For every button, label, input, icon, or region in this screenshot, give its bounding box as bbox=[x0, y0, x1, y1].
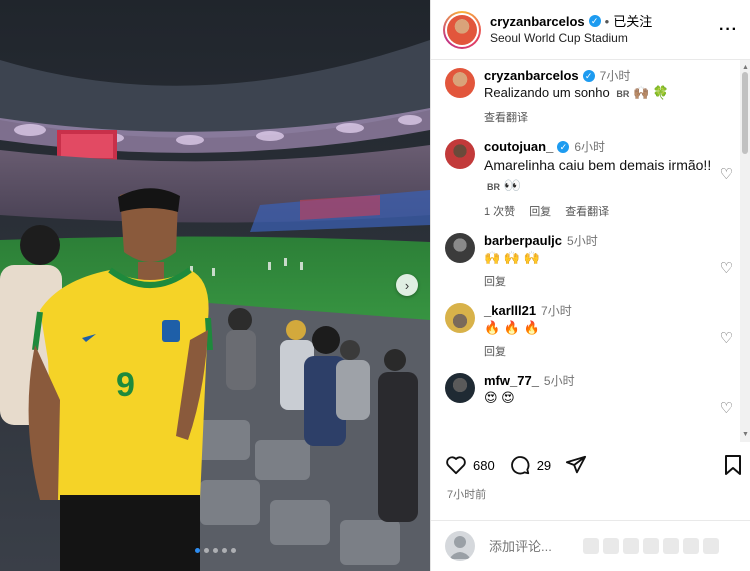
like-count[interactable]: 1 次赞 bbox=[484, 203, 515, 219]
scroll-down-icon[interactable]: ▼ bbox=[742, 431, 749, 438]
reply-link[interactable]: 回复 bbox=[484, 343, 506, 359]
stadium-photo-illustration: 9 bbox=[0, 0, 430, 571]
watermark-logo bbox=[583, 538, 719, 554]
post-actions: 680 29 bbox=[445, 452, 745, 478]
comment-time: 6小时 bbox=[574, 140, 606, 154]
commenter-avatar[interactable] bbox=[445, 139, 475, 169]
comment-item: barberpauljc 5小时 🙌 🙌 🙌 回复 ♡ bbox=[445, 233, 741, 289]
author-avatar[interactable] bbox=[443, 10, 481, 49]
comment-emoji: 🙌🏽 🍀 bbox=[633, 85, 669, 100]
default-user-icon bbox=[449, 536, 471, 559]
commenter-avatar[interactable] bbox=[445, 233, 475, 263]
commenter-avatar[interactable] bbox=[445, 303, 475, 333]
comment-input[interactable] bbox=[489, 538, 579, 554]
verified-icon: ✓ bbox=[582, 70, 595, 82]
carousel-dot bbox=[221, 548, 227, 553]
comment-item: coutojuan_ ✓ 6小时 Amarelinha caiu bem dem… bbox=[445, 139, 741, 219]
instagram-post-viewer: 9 › cryzanbarcelos ✓ • 已关注 Seoul World C… bbox=[0, 0, 750, 571]
heart-icon[interactable]: ♡ bbox=[720, 399, 733, 417]
verified-icon: ✓ bbox=[557, 141, 570, 153]
comment-action[interactable]: 29 bbox=[509, 454, 551, 476]
bookmark-icon[interactable] bbox=[723, 454, 743, 476]
reply-link[interactable]: 回复 bbox=[529, 203, 551, 219]
heart-icon[interactable]: ♡ bbox=[720, 165, 733, 183]
scroll-up-icon[interactable]: ▲ bbox=[742, 64, 749, 71]
commenter-avatar[interactable] bbox=[445, 68, 475, 98]
comment-count: 29 bbox=[536, 457, 552, 473]
like-action[interactable]: 680 bbox=[445, 455, 495, 475]
add-comment-bar bbox=[431, 520, 750, 571]
commenter-username[interactable]: coutojuan_ bbox=[484, 139, 553, 155]
comment-text-content: Amarelinha caiu bem demais irmão!! bbox=[484, 157, 712, 173]
comments-list: cryzanbarcelos ✓ 7小时 Realizando um sonho… bbox=[431, 60, 741, 442]
commenter-avatar[interactable] bbox=[445, 373, 475, 403]
translate-link[interactable]: 查看翻译 bbox=[484, 109, 528, 125]
comment-text: Amarelinha caiu bem demais irmão!! BR 👀 bbox=[484, 155, 712, 197]
next-slide-button[interactable]: › bbox=[396, 274, 418, 296]
post-timestamp: 7小时前 bbox=[447, 489, 487, 501]
heart-icon[interactable]: ♡ bbox=[720, 259, 733, 277]
author-username[interactable]: cryzanbarcelos bbox=[490, 13, 585, 30]
translate-link[interactable]: 查看翻译 bbox=[565, 203, 609, 219]
more-dots-icon[interactable]: ··· bbox=[714, 21, 738, 39]
follow-status-button[interactable]: 已关注 bbox=[613, 13, 652, 30]
comment-time: 7小时 bbox=[541, 304, 572, 318]
share-action[interactable] bbox=[565, 454, 593, 476]
verified-icon: ✓ bbox=[588, 15, 601, 27]
comment-text: 😍 😍 bbox=[484, 390, 515, 405]
brazil-flag-icon: BR bbox=[616, 89, 630, 99]
reply-link[interactable]: 回复 bbox=[484, 273, 506, 289]
post-side-panel: cryzanbarcelos ✓ • 已关注 Seoul World Cup S… bbox=[430, 0, 750, 571]
carousel-dot bbox=[212, 548, 218, 553]
comment-item: mfw_77_ 5小时 😍 😍 ♡ bbox=[445, 373, 741, 417]
comments-scrollbar[interactable]: ▲ ▼ bbox=[740, 60, 750, 442]
commenter-username[interactable]: _karlll21 bbox=[484, 303, 536, 319]
comment-bubble-icon[interactable] bbox=[509, 454, 531, 476]
comment-text: Realizando um sonho BR 🙌🏽 🍀 bbox=[484, 84, 712, 103]
carousel-dots bbox=[0, 548, 430, 553]
post-location[interactable]: Seoul World Cup Stadium bbox=[490, 30, 714, 47]
commenter-username[interactable]: barberpauljc bbox=[484, 233, 562, 249]
post-photo[interactable]: 9 › bbox=[0, 0, 430, 571]
comment-text: 🙌 🙌 🙌 bbox=[484, 250, 540, 265]
comment-text: 🔥 🔥 🔥 bbox=[484, 320, 540, 335]
carousel-dot bbox=[194, 548, 200, 553]
heart-icon[interactable]: ♡ bbox=[720, 329, 733, 347]
carousel-dot bbox=[230, 548, 236, 553]
current-user-avatar bbox=[445, 531, 475, 561]
commenter-username[interactable]: mfw_77_ bbox=[484, 373, 539, 389]
like-count: 680 bbox=[473, 457, 495, 473]
carousel-dot bbox=[203, 548, 209, 553]
separator-dot: • bbox=[604, 13, 610, 29]
comment-item: _karlll21 7小时 🔥 🔥 🔥 回复 ♡ bbox=[445, 303, 741, 359]
heart-icon[interactable] bbox=[445, 455, 467, 475]
post-header: cryzanbarcelos ✓ • 已关注 Seoul World Cup S… bbox=[431, 0, 750, 60]
comment-emoji: 👀 bbox=[503, 177, 522, 193]
scrollbar-thumb[interactable] bbox=[742, 72, 748, 154]
comment-time: 7小时 bbox=[599, 69, 631, 83]
comment-item: cryzanbarcelos ✓ 7小时 Realizando um sonho… bbox=[445, 68, 741, 125]
commenter-username[interactable]: cryzanbarcelos bbox=[484, 68, 579, 84]
svg-text:9: 9 bbox=[116, 366, 135, 404]
brazil-flag-icon: BR bbox=[487, 182, 500, 192]
comment-time: 5小时 bbox=[543, 374, 575, 388]
comment-text-content: Realizando um sonho bbox=[484, 85, 610, 100]
comment-time: 5小时 bbox=[567, 234, 598, 248]
share-paper-plane-icon[interactable] bbox=[565, 454, 587, 476]
